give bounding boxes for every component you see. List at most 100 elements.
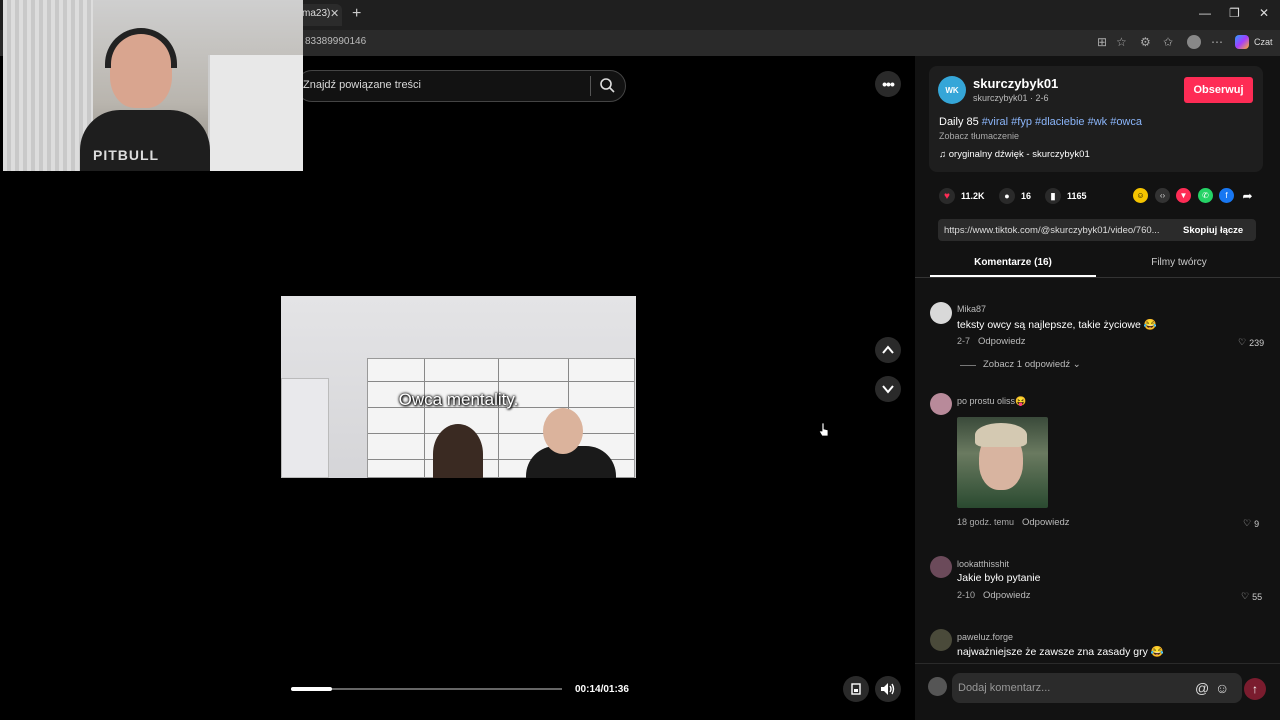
creator-username[interactable]: skurczybyk01	[973, 76, 1058, 91]
comment-avatar[interactable]	[930, 629, 952, 651]
restore-icon[interactable]: ❐	[1229, 6, 1240, 20]
comment-text: najważniejsze że zawsze zna zasady gry 😂	[957, 646, 1164, 658]
comment-like[interactable]: ♡ 55	[1241, 591, 1262, 602]
hashtags[interactable]: #viral #fyp #dlaciebie #wk #owca	[982, 116, 1142, 128]
stats-row: ♥ 11.2K ● 16 ▮ 1165	[939, 188, 1139, 204]
search-input[interactable]: Znajdź powiązane treści	[303, 79, 421, 91]
video-description: Daily 85 #viral #fyp #dlaciebie #wk #owc…	[939, 116, 1142, 128]
comment-stat[interactable]: ● 16	[999, 188, 1031, 204]
comment-date: 18 godz. temu	[957, 517, 1015, 527]
copilot-icon[interactable]	[1235, 35, 1249, 49]
tab-comments[interactable]: Komentarze (16)	[930, 257, 1096, 268]
comment-date: 2-7	[957, 336, 971, 346]
comment-author[interactable]: lookatthisshit	[957, 559, 1009, 569]
webcam-overlay: PITBULL	[3, 0, 303, 171]
tabs-divider	[915, 277, 1280, 278]
comment-image[interactable]	[957, 417, 1048, 508]
video-subtitle: Owca mentality.	[398, 390, 519, 409]
close-window-icon[interactable]: ✕	[1259, 6, 1269, 20]
send-arrow-icon: ↑	[1252, 682, 1258, 696]
comment-author[interactable]: paweluz.forge	[957, 632, 1013, 642]
bookmark-icon: ▮	[1045, 188, 1061, 204]
reply-button[interactable]: Odpowiedz	[978, 336, 1026, 347]
facebook-icon[interactable]: f	[1219, 188, 1234, 203]
tab-close-icon[interactable]: ✕	[330, 7, 339, 20]
comment-text: teksty owcy są najlepsze, takie życiowe …	[957, 319, 1157, 331]
comment-placeholder[interactable]: Dodaj komentarz...	[958, 682, 1050, 694]
shirt-text: PITBULL	[93, 147, 160, 163]
video-player[interactable]	[281, 296, 636, 478]
whatsapp-icon[interactable]: ✆	[1198, 188, 1213, 203]
save-count: 1165	[1067, 191, 1087, 201]
comment-date: 2-10	[957, 590, 976, 600]
tab-creator-videos[interactable]: Filmy twórcy	[1096, 257, 1262, 268]
volume-button[interactable]	[875, 676, 901, 702]
video-link[interactable]: https://www.tiktok.com/@skurczybyk01/vid…	[944, 225, 1160, 236]
embed-code-icon[interactable]: ‹›	[1155, 188, 1170, 203]
follow-button[interactable]: Obserwuj	[1184, 77, 1253, 103]
extension-icon[interactable]: ⚙	[1140, 35, 1151, 49]
smile-share-icon[interactable]: ☺	[1133, 188, 1148, 203]
sound-label: oryginalny dźwięk - skurczybyk01	[948, 149, 1090, 160]
music-note-icon: ♫	[939, 149, 949, 160]
webcam-shelf	[208, 55, 303, 171]
video-person-left	[433, 424, 483, 478]
volume-icon	[881, 683, 895, 695]
pip-button[interactable]	[843, 676, 869, 702]
share-arrow-icon[interactable]: ➦	[1240, 188, 1255, 203]
like-count: 11.2K	[961, 191, 985, 201]
progress-track[interactable]	[291, 688, 562, 690]
progress-fill[interactable]	[291, 687, 332, 691]
avatar-text: WK	[945, 85, 959, 95]
comment-like-count: 239	[1249, 337, 1265, 348]
reply-button[interactable]: Odpowiedz	[1022, 517, 1070, 528]
search-separator	[590, 76, 591, 96]
new-tab-icon[interactable]: +	[352, 5, 361, 23]
translate-link[interactable]: Zobacz tłumaczenie	[939, 131, 1019, 141]
heart-icon: ♥	[939, 188, 955, 204]
comment-like-count: 9	[1254, 518, 1260, 529]
chevron-up-icon	[882, 345, 894, 354]
creator-avatar[interactable]: WK	[938, 76, 966, 104]
reader-icon[interactable]: ⊞	[1097, 35, 1107, 49]
copy-link-button[interactable]: Skopiuj łącze	[1183, 225, 1243, 236]
comment-avatar[interactable]	[930, 393, 952, 415]
pip-icon	[851, 683, 861, 695]
replies-line	[960, 365, 976, 366]
comment-like[interactable]: ♡ 9	[1243, 518, 1259, 529]
profile-icon[interactable]	[1187, 35, 1201, 49]
comment-like[interactable]: ♡ 239	[1238, 337, 1264, 348]
minimize-icon[interactable]: —	[1199, 6, 1211, 20]
comment-author[interactable]: po prostu oliss😝	[957, 396, 1026, 407]
image-hair	[975, 423, 1027, 447]
tab-label: ma23)	[302, 8, 331, 19]
url-text[interactable]: 83389990146	[305, 36, 366, 47]
comment-avatar[interactable]	[930, 556, 952, 578]
more-dots-icon: •••	[882, 76, 895, 92]
view-replies-link[interactable]: Zobacz 1 odpowiedź ⌄	[983, 359, 1081, 370]
more-options-button[interactable]: •••	[875, 71, 901, 97]
hand-cursor-icon	[818, 422, 829, 437]
mention-icon[interactable]: @	[1195, 680, 1209, 696]
comment-avatar[interactable]	[930, 302, 952, 324]
heart-outline-icon: ♡	[1243, 518, 1252, 528]
send-comment-button[interactable]: ↑	[1244, 678, 1266, 700]
search-icon[interactable]	[599, 77, 615, 93]
send-share-icon[interactable]: ▼	[1176, 188, 1191, 203]
favorite-star-icon[interactable]: ☆	[1116, 35, 1127, 49]
video-time: 00:14/01:36	[575, 684, 629, 695]
favorites-icon[interactable]: ✩	[1163, 35, 1173, 49]
more-menu-icon[interactable]: ⋯	[1211, 35, 1223, 49]
previous-video-button[interactable]	[875, 337, 901, 363]
emoji-icon[interactable]: ☺	[1215, 680, 1229, 696]
description-text: Daily 85	[939, 116, 982, 128]
like-stat[interactable]: ♥ 11.2K	[939, 188, 985, 204]
save-stat[interactable]: ▮ 1165	[1045, 188, 1087, 204]
next-video-button[interactable]	[875, 376, 901, 402]
reply-button[interactable]: Odpowiedz	[983, 590, 1031, 601]
sound-link[interactable]: ♫ oryginalny dźwięk - skurczybyk01	[939, 149, 1090, 160]
comment-author[interactable]: Mika87	[957, 304, 986, 314]
comment-text: Jakie było pytanie	[957, 572, 1041, 584]
czat-label[interactable]: Czat	[1254, 37, 1273, 47]
heart-outline-icon: ♡	[1238, 337, 1247, 347]
